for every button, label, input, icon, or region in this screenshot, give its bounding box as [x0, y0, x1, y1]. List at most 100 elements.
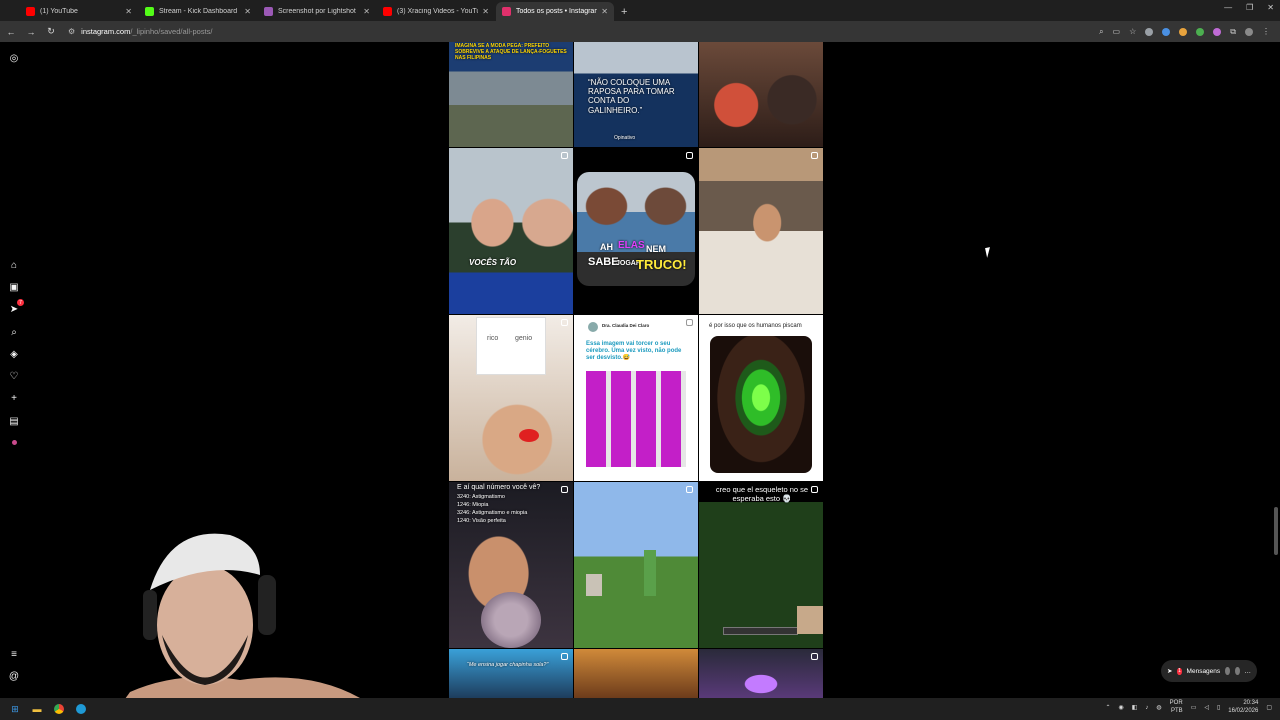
avatar [1225, 667, 1230, 675]
post-thumbnail[interactable]: AH ELAS NEM SABE JOGAR TRUCO! [574, 148, 698, 314]
more-menu-icon[interactable]: ⋮ [1262, 27, 1270, 36]
tab-title: Stream - Kick Dashboard [159, 8, 238, 15]
close-icon[interactable]: ✕ [125, 7, 132, 16]
reel-icon [561, 653, 568, 660]
post-thumbnail[interactable]: é por isso que os humanos piscam [699, 315, 823, 481]
post-thumbnail[interactable] [699, 42, 823, 147]
extension-icon[interactable] [1196, 27, 1205, 36]
notifications-icon[interactable]: ♡ [8, 370, 20, 382]
close-icon[interactable]: ✕ [244, 7, 251, 16]
lang-code: POR [1169, 700, 1183, 706]
browser-tab[interactable]: (1) YouTube ✕ [20, 2, 138, 21]
post-thumbnail[interactable] [574, 649, 698, 698]
battery-icon[interactable]: ▯ [1217, 704, 1220, 711]
post-image-card [476, 317, 546, 375]
tab-title: Screenshot por Lightshot [278, 8, 356, 15]
edge-icon[interactable] [74, 702, 88, 716]
network-icon[interactable]: ▭ [1191, 704, 1197, 711]
fingernail-shape [519, 429, 539, 442]
windows-start-icon[interactable]: ⊞ [8, 702, 22, 716]
close-window-icon[interactable]: ✕ [1267, 3, 1274, 12]
post-thumbnail[interactable]: “Me ensina jogar chapinha sola?” [449, 649, 573, 698]
post-thumbnail[interactable] [699, 649, 823, 698]
post-thumbnail[interactable]: IMAGINA SE A MODA PEGA: PREFEITO SOBREVI… [449, 42, 573, 147]
minimize-icon[interactable]: — [1224, 3, 1232, 12]
new-tab-button[interactable]: + [615, 2, 633, 21]
create-icon[interactable]: + [8, 392, 20, 404]
back-icon[interactable]: ← [2, 27, 20, 37]
reels-icon[interactable]: ▣ [8, 281, 20, 293]
tray-app-icon[interactable]: ◍ [1156, 704, 1161, 711]
close-icon[interactable]: ✕ [363, 7, 370, 16]
layout-code: PTB [1171, 707, 1183, 714]
post-thumbnail[interactable] [699, 148, 823, 314]
explore-icon[interactable]: ◈ [8, 348, 20, 360]
cast-icon[interactable]: ▭ [1113, 27, 1121, 36]
post-caption: SABE [588, 256, 619, 268]
extension-icon[interactable] [1162, 27, 1171, 36]
messages-button[interactable]: ➤ 1 Mensagens … [1161, 660, 1257, 682]
instagram-icon[interactable]: ◎ [8, 52, 20, 64]
post-thumbnail[interactable]: Dra. Claudia Dei Claro Essa imagem vai t… [574, 315, 698, 481]
post-caption: IMAGINA SE A MODA PEGA: PREFEITO SOBREVI… [455, 43, 567, 61]
home-icon[interactable]: ⌂ [8, 259, 20, 271]
kick-icon [145, 7, 154, 16]
threads-icon[interactable]: @ [8, 670, 20, 682]
post-caption: creo que el esqueleto no se esperaba est… [715, 485, 809, 503]
extension-icon[interactable] [1145, 27, 1154, 36]
tray-app-icon[interactable]: ◉ [1119, 704, 1124, 711]
post-thumbnail[interactable] [574, 482, 698, 648]
post-image-eye [710, 336, 812, 473]
extension-icon[interactable] [1213, 27, 1222, 36]
post-source: Opinativo [614, 135, 636, 141]
reel-icon [686, 486, 693, 493]
more-icon: … [1244, 667, 1252, 675]
close-icon[interactable]: ✕ [482, 7, 489, 16]
browser-tab-active[interactable]: Todos os posts • Instagram ✕ [496, 2, 614, 21]
chevron-up-icon[interactable]: ⌃ [1105, 704, 1110, 711]
browser-tab[interactable]: (3) Xracing Videos - YouTube ✕ [377, 2, 495, 21]
browser-tab[interactable]: Screenshot por Lightshot ✕ [258, 2, 376, 21]
post-thumbnail[interactable]: rico genio [449, 315, 573, 481]
messages-label: Mensagens [1186, 667, 1221, 675]
file-explorer-icon[interactable]: ▬ [30, 702, 44, 716]
post-thumbnail[interactable]: E aí qual número você vê? 3240: Astigmat… [449, 482, 573, 648]
lightshot-icon [264, 7, 273, 16]
reload-icon[interactable]: ↻ [42, 26, 60, 37]
post-thumbnail[interactable]: “NÃO COLOQUE UMA RAPOSA PARA TOMAR CONTA… [574, 42, 698, 147]
url-field[interactable]: ⚙ instagram.com/_lipinho/saved/all-posts… [68, 24, 1099, 40]
post-caption: 3246: Astigmatismo e miopia [457, 510, 528, 516]
restore-icon[interactable]: ❐ [1246, 3, 1253, 12]
language-indicator[interactable]: POR PTB [1170, 700, 1183, 715]
notification-icon[interactable]: ▢ [1266, 704, 1272, 711]
mic-icon[interactable]: ♪ [1145, 705, 1148, 711]
menu-icon[interactable]: ≡ [8, 648, 20, 660]
window-controls: — ❐ ✕ [1224, 3, 1274, 12]
clock-date: 16/02/2026 [1228, 707, 1259, 714]
reel-icon [811, 653, 818, 660]
extensions-puzzle-icon[interactable]: ⧉ [1230, 27, 1236, 37]
post-thumbnail[interactable]: creo que el esqueleto no se esperaba est… [699, 482, 823, 648]
extension-icon[interactable] [1179, 27, 1188, 36]
tray-app-icon[interactable]: ◧ [1132, 704, 1138, 711]
profile-icon[interactable] [8, 436, 20, 448]
volume-icon[interactable]: ◁ [1204, 704, 1209, 711]
close-icon[interactable]: ✕ [601, 7, 608, 16]
url-path: /_lipinho/saved/all-posts/ [130, 27, 213, 36]
zoom-icon[interactable]: ⌕ [1099, 27, 1103, 37]
clock[interactable]: 20:34 16/02/2026 [1228, 700, 1258, 715]
browser-tab[interactable]: Stream - Kick Dashboard ✕ [139, 2, 257, 21]
profile-avatar[interactable] [1245, 27, 1253, 36]
forward-icon[interactable]: → [22, 27, 40, 37]
author-avatar [588, 322, 598, 332]
site-info-icon[interactable]: ⚙ [68, 27, 75, 36]
chrome-icon[interactable] [52, 702, 66, 716]
post-thumbnail[interactable]: VOCÊS TÃO [449, 148, 573, 314]
messages-icon[interactable]: ➤ 7 [8, 299, 24, 315]
bookmark-star-icon[interactable]: ☆ [1129, 27, 1136, 36]
search-icon[interactable]: ⌕ [8, 326, 20, 338]
youtube-icon [383, 7, 392, 16]
dashboard-icon[interactable]: ▤ [8, 415, 20, 427]
post-caption: é por isso que os humanos piscam [709, 323, 802, 329]
page-scrollbar[interactable] [1274, 507, 1278, 555]
